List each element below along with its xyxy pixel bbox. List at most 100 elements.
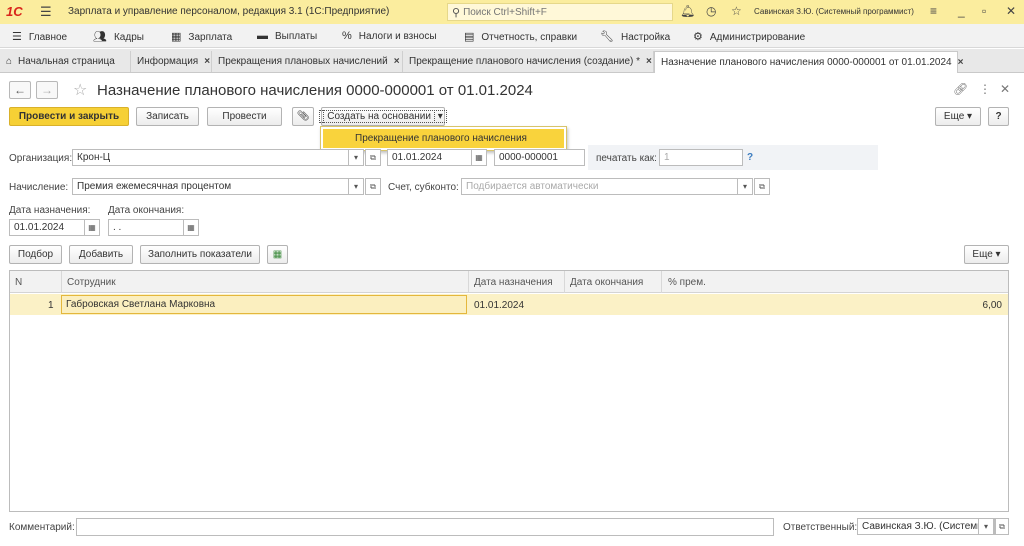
- column-header[interactable]: N: [15, 277, 22, 288]
- close-tab-icon[interactable]: ×: [204, 56, 210, 67]
- comment-input[interactable]: [76, 518, 774, 536]
- percent-cell[interactable]: 6,00: [983, 300, 1002, 311]
- organization-field[interactable]: Крон-Ц: [72, 149, 364, 166]
- accrual-label: Начисление:: [9, 182, 69, 193]
- calendar-icon[interactable]: ▦: [471, 149, 487, 166]
- link-icon[interactable]: 🔗︎: [953, 82, 968, 96]
- close-tab-icon[interactable]: ×: [646, 56, 652, 67]
- column-header[interactable]: Дата окончания: [570, 277, 643, 288]
- column-divider: [564, 271, 565, 293]
- tab-termination-create[interactable]: Прекращение планового начисления (создан…: [403, 51, 654, 72]
- column-header[interactable]: % прем.: [668, 277, 706, 288]
- post-and-close-button[interactable]: Провести и закрыть: [9, 107, 129, 126]
- title-bar: 1С ☰ Зарплата и управление персоналом, р…: [0, 0, 1024, 24]
- tab-info[interactable]: Информация ×: [131, 51, 212, 72]
- table-header: N Сотрудник Дата назначения Дата окончан…: [10, 271, 1008, 293]
- tab-terminations-list[interactable]: Прекращения плановых начислений ×: [212, 51, 403, 72]
- responsible-open-icon[interactable]: ⧉: [995, 518, 1009, 535]
- organization-open-icon[interactable]: ⧉: [365, 149, 381, 166]
- row-number: 1: [48, 300, 54, 311]
- help-question-icon[interactable]: ?: [747, 152, 753, 163]
- responsible-dropdown-icon[interactable]: ▾: [978, 518, 994, 535]
- table-export-button[interactable]: ▦: [267, 245, 288, 264]
- organization-dropdown-icon[interactable]: ▾: [348, 149, 364, 166]
- spreadsheet-icon: ▦: [272, 249, 283, 260]
- accrual-open-icon[interactable]: ⧉: [365, 178, 381, 195]
- sections-panel: ☰ Главное 👥︎ Кадры ▦ Зарплата ▬ Выплаты % Нал…: [0, 24, 1024, 48]
- calendar-icon[interactable]: ▦: [183, 219, 199, 236]
- tab-home[interactable]: ⌂ Начальная страница: [0, 51, 131, 72]
- section-hr[interactable]: 👥︎ Кадры: [93, 30, 144, 43]
- history-icon[interactable]: ◷: [706, 4, 716, 18]
- print-as-field[interactable]: 1: [659, 149, 743, 166]
- favorites-star-icon[interactable]: ☆: [731, 4, 742, 18]
- column-header[interactable]: Дата назначения: [474, 277, 553, 288]
- create-based-on-button[interactable]: Создать на основании ▾: [319, 107, 447, 126]
- home-icon: ⌂: [6, 56, 13, 67]
- accrual-field[interactable]: Премия ежемесячная процентом: [72, 178, 364, 195]
- open-tabs-bar: ⌂ Начальная страница Информация × Прекращ…: [0, 49, 1024, 73]
- favorite-star-icon[interactable]: ☆: [73, 80, 87, 100]
- create-based-on-menu: Прекращение планового начисления: [320, 126, 567, 151]
- section-reports[interactable]: ▤ Отчетность, справки: [464, 30, 577, 43]
- account-open-icon[interactable]: ⧉: [754, 178, 770, 195]
- assign-date-label: Дата назначения:: [9, 205, 91, 216]
- settings-menu-icon[interactable]: ≡: [930, 4, 937, 18]
- notifications-bell-icon[interactable]: 🔔︎: [680, 4, 695, 18]
- back-button[interactable]: ←: [9, 81, 31, 99]
- column-header[interactable]: Сотрудник: [67, 277, 116, 288]
- close-form-icon[interactable]: ✕: [1000, 82, 1010, 96]
- report-icon: ▤: [464, 31, 475, 43]
- table-row[interactable]: 1 Габровская Светлана Марковна 01.01.202…: [10, 294, 1008, 315]
- section-payments[interactable]: ▬ Выплаты: [257, 30, 317, 42]
- close-tab-icon[interactable]: ×: [958, 57, 964, 68]
- gear-icon: ⚙: [693, 31, 703, 43]
- save-button[interactable]: Записать: [136, 107, 199, 126]
- post-button[interactable]: Провести: [207, 107, 282, 126]
- tab-assignment-doc[interactable]: Назначение планового начисления 0000-000…: [654, 51, 963, 73]
- accrual-dropdown-icon[interactable]: ▾: [348, 178, 364, 195]
- assign-date-cell[interactable]: 01.01.2024: [474, 300, 524, 311]
- minimize-icon[interactable]: _: [958, 4, 965, 18]
- comment-label: Комментарий:: [9, 522, 75, 533]
- table-more-button[interactable]: Еще ▾: [964, 245, 1009, 264]
- menu-item-termination[interactable]: Прекращение планового начисления: [323, 129, 564, 148]
- page-title: Назначение планового начисления 0000-000…: [97, 82, 533, 99]
- app-title: Зарплата и управление персоналом, редакц…: [68, 6, 390, 17]
- section-settings[interactable]: 🔧︎ Настройка: [600, 30, 670, 43]
- section-main[interactable]: ☰ Главное: [12, 30, 67, 43]
- responsible-label: Ответственный:: [783, 522, 858, 533]
- wrench-icon: 🔧︎: [600, 31, 614, 43]
- select-button[interactable]: Подбор: [9, 245, 62, 264]
- restore-icon[interactable]: ▫: [982, 4, 986, 18]
- 1c-logo-icon: 1С: [6, 4, 23, 19]
- add-button[interactable]: Добавить: [69, 245, 133, 264]
- current-user[interactable]: Савинская З.Ю. (Системный программист): [754, 7, 914, 16]
- doc-number-field[interactable]: 0000-000001: [494, 149, 585, 166]
- search-input[interactable]: [463, 6, 664, 18]
- people-icon: 👥︎: [93, 31, 107, 43]
- forward-button[interactable]: →: [36, 81, 58, 99]
- section-taxes[interactable]: % Налоги и взносы: [342, 30, 437, 42]
- attachment-button[interactable]: 📎︎: [292, 107, 314, 126]
- print-as-label: печатать как:: [596, 153, 657, 164]
- column-divider: [661, 271, 662, 293]
- fill-indicators-button[interactable]: Заполнить показатели: [140, 245, 260, 264]
- main-menu-icon[interactable]: ☰: [40, 4, 52, 20]
- end-date-label: Дата окончания:: [108, 205, 185, 216]
- account-field[interactable]: Подбирается автоматически: [461, 178, 753, 195]
- account-label: Счет, субконто:: [388, 182, 459, 193]
- calendar-icon[interactable]: ▦: [84, 219, 100, 236]
- more-vertical-icon[interactable]: ⋮: [979, 82, 991, 96]
- help-button[interactable]: ?: [988, 107, 1009, 126]
- section-admin[interactable]: ⚙ Администрирование: [693, 30, 805, 43]
- global-search[interactable]: ⚲: [447, 3, 673, 21]
- close-window-icon[interactable]: ✕: [1006, 4, 1016, 18]
- section-salary[interactable]: ▦ Зарплата: [171, 30, 232, 43]
- responsible-field[interactable]: Савинская З.Ю. (Системный программист): [857, 518, 995, 535]
- employee-cell[interactable]: Габровская Светлана Марковна: [61, 295, 467, 314]
- close-tab-icon[interactable]: ×: [394, 56, 400, 67]
- more-button[interactable]: Еще ▾: [935, 107, 981, 126]
- account-dropdown-icon[interactable]: ▾: [737, 178, 753, 195]
- money-icon: ▬: [257, 30, 268, 42]
